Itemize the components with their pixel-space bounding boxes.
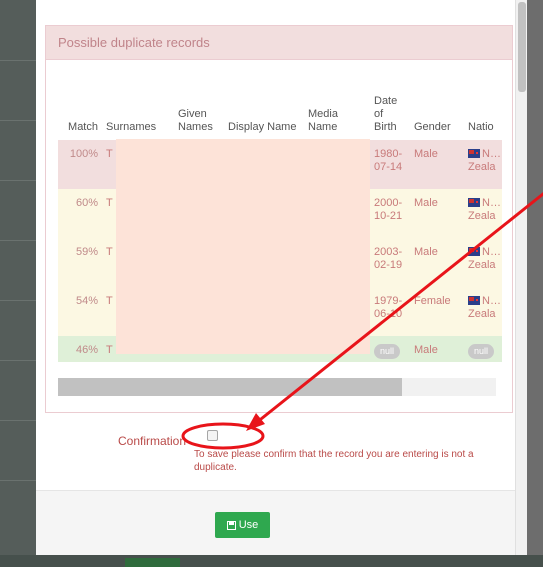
col-header-nationality[interactable]: Natio <box>464 72 502 140</box>
confirmation-help-text: To save please confirm that the record y… <box>194 449 474 473</box>
background-page-left <box>0 0 36 567</box>
nz-flag-icon <box>468 149 480 158</box>
modal-footer: Use <box>36 490 515 555</box>
nationality-cell: N… Zeala <box>464 140 502 189</box>
dob-cell: 2003-02-19 <box>370 238 410 287</box>
redaction-block <box>116 139 370 354</box>
nz-flag-icon <box>468 296 480 305</box>
col-header-display-name[interactable]: Display Name <box>224 72 304 140</box>
use-button[interactable]: Use <box>215 512 270 538</box>
nz-flag-icon <box>468 247 480 256</box>
col-header-date-of-birth[interactable]: Date of Birth <box>370 72 410 140</box>
col-header-media-name[interactable]: Media Name <box>304 72 370 140</box>
gender-cell: Male <box>410 238 464 287</box>
nationality-cell: null <box>464 336 502 362</box>
background-green-block <box>125 558 180 567</box>
background-page-right <box>527 0 543 567</box>
nationality-cell: N… Zeala <box>464 189 502 238</box>
col-header-given-names[interactable]: Given Names <box>174 72 224 140</box>
null-badge: null <box>374 344 401 359</box>
modal-scroll-thumb[interactable] <box>518 2 526 92</box>
table-header-row: Match Surnames Given Names Display Name … <box>58 72 502 140</box>
gender-cell: Male <box>410 140 464 189</box>
nationality-cell: N… Zeala <box>464 287 502 336</box>
nz-flag-icon <box>468 198 480 207</box>
gender-cell: Female <box>410 287 464 336</box>
gender-cell: Male <box>410 336 464 362</box>
nationality-cell: N… Zeala <box>464 238 502 287</box>
dob-cell: null <box>370 336 410 362</box>
confirmation-label: Confirmation <box>118 434 187 448</box>
save-icon <box>226 520 236 530</box>
match-cell: 60% <box>58 189 102 238</box>
col-header-gender[interactable]: Gender <box>410 72 464 140</box>
panel-title: Possible duplicate records <box>46 26 512 60</box>
table-horizontal-scrollbar[interactable] <box>58 378 496 396</box>
match-cell: 46% <box>58 336 102 362</box>
match-cell: 59% <box>58 238 102 287</box>
dob-cell: 1980-07-14 <box>370 140 410 189</box>
match-cell: 54% <box>58 287 102 336</box>
confirmation-checkbox[interactable] <box>207 430 218 441</box>
dob-cell: 1979-06-10 <box>370 287 410 336</box>
background-page-bottom <box>0 555 543 567</box>
col-header-surnames[interactable]: Surnames <box>102 72 174 140</box>
gender-cell: Male <box>410 189 464 238</box>
use-button-label: Use <box>238 519 259 531</box>
table-scroll-thumb[interactable] <box>58 378 402 396</box>
match-cell: 100% <box>58 140 102 189</box>
col-header-match[interactable]: Match <box>58 72 102 140</box>
dob-cell: 2000-10-21 <box>370 189 410 238</box>
null-badge: null <box>468 344 495 359</box>
